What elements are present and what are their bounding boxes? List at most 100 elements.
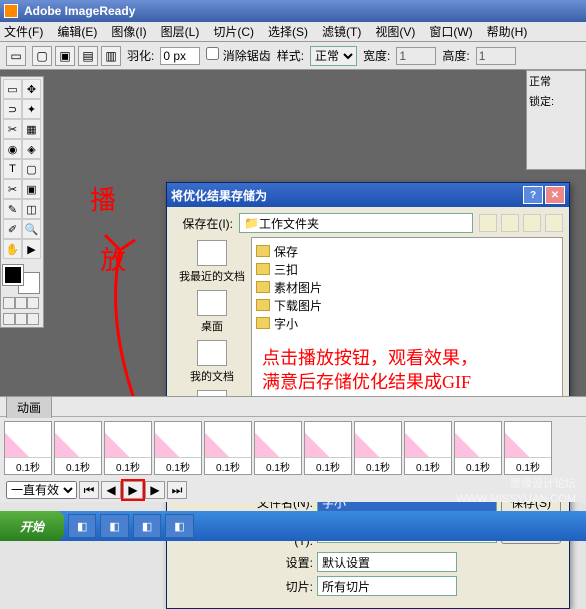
selmode-sub-icon[interactable]: ▤ bbox=[78, 46, 98, 66]
dialog-titlebar[interactable]: 将优化结果存储为 ? ✕ bbox=[167, 183, 569, 207]
marquee-tool[interactable]: ▭ bbox=[3, 79, 22, 99]
list-item[interactable]: 字小 bbox=[256, 314, 558, 332]
back-icon[interactable] bbox=[479, 214, 497, 232]
blend-mode[interactable]: 正常 bbox=[529, 73, 583, 89]
task-item[interactable]: ◧ bbox=[68, 514, 96, 538]
fg-color-swatch[interactable] bbox=[3, 265, 23, 285]
task-item[interactable]: ◧ bbox=[100, 514, 128, 538]
slices-label: 切片: bbox=[253, 578, 313, 595]
frame-item[interactable]: 0.1秒 bbox=[254, 421, 302, 475]
selmode-new-icon[interactable]: ▢ bbox=[32, 46, 52, 66]
move-tool[interactable]: ✥ bbox=[22, 79, 41, 99]
imagemap-tool[interactable]: ◉ bbox=[3, 139, 22, 159]
titlebar: Adobe ImageReady bbox=[0, 0, 586, 22]
place-desktop[interactable]: 桌面 bbox=[173, 287, 251, 337]
next-frame-button[interactable]: ▶ bbox=[145, 481, 165, 499]
dialog-close-button[interactable]: ✕ bbox=[545, 186, 565, 204]
screenmode2-icon[interactable] bbox=[27, 297, 39, 309]
frame-item[interactable]: 0.1秒 bbox=[504, 421, 552, 475]
color-swatches[interactable] bbox=[3, 265, 41, 293]
menu-image[interactable]: 图像(I) bbox=[111, 23, 146, 40]
slices-select[interactable]: 所有切片 bbox=[317, 576, 457, 596]
selmode-int-icon[interactable]: ▥ bbox=[101, 46, 121, 66]
list-item[interactable]: 保存 bbox=[256, 242, 558, 260]
menu-window[interactable]: 窗口(W) bbox=[429, 23, 472, 40]
settings-select[interactable]: 默认设置 bbox=[317, 552, 457, 572]
style-select[interactable]: 正常 bbox=[310, 46, 357, 66]
loop-select[interactable]: 一直有效 bbox=[6, 481, 77, 499]
annotation-play1: 播 bbox=[90, 180, 116, 217]
place-mydocs[interactable]: 我的文档 bbox=[173, 337, 251, 387]
tab-tool[interactable]: ▣ bbox=[22, 179, 41, 199]
slice-tool[interactable]: ✂ bbox=[3, 119, 22, 139]
savein-combo[interactable]: 📁 工作文件夹 bbox=[239, 213, 473, 233]
menu-edit[interactable]: 编辑(E) bbox=[57, 23, 97, 40]
width-input[interactable] bbox=[396, 47, 436, 65]
viewmenu-icon[interactable] bbox=[545, 214, 563, 232]
menu-view[interactable]: 视图(V) bbox=[375, 23, 415, 40]
shape-tool[interactable]: ▢ bbox=[22, 159, 41, 179]
menu-filter[interactable]: 滤镜(T) bbox=[322, 23, 361, 40]
wand-tool[interactable]: ✦ bbox=[22, 99, 41, 119]
slice-select-tool[interactable]: ▦ bbox=[22, 119, 41, 139]
menu-slices[interactable]: 切片(C) bbox=[213, 23, 254, 40]
frame-item[interactable]: 0.1秒 bbox=[454, 421, 502, 475]
frame-item[interactable]: 0.1秒 bbox=[104, 421, 152, 475]
frame-item[interactable]: 0.1秒 bbox=[404, 421, 452, 475]
prev-frame-button[interactable]: ◀ bbox=[101, 481, 121, 499]
screenmode-icon[interactable] bbox=[15, 297, 27, 309]
task-item[interactable]: ◧ bbox=[133, 514, 161, 538]
hand-tool[interactable]: ✋ bbox=[3, 239, 22, 259]
up-icon[interactable] bbox=[501, 214, 519, 232]
file-list[interactable]: 保存 三扣 素材图片 下载图片 字小 点击播放按钮，观看效果， 满意后存储优化结… bbox=[251, 237, 563, 419]
paint-tool[interactable]: ✎ bbox=[3, 199, 22, 219]
eraser-tool[interactable]: ◫ bbox=[22, 199, 41, 219]
frame-item[interactable]: 0.1秒 bbox=[154, 421, 202, 475]
tab-animation[interactable]: 动画 bbox=[6, 396, 52, 418]
start-button[interactable]: 开始 bbox=[0, 511, 64, 541]
menu-layer[interactable]: 图层(L) bbox=[161, 23, 200, 40]
selmode-add-icon[interactable]: ▣ bbox=[55, 46, 75, 66]
newfolder-icon[interactable] bbox=[523, 214, 541, 232]
eyedropper-tool[interactable]: ✐ bbox=[3, 219, 22, 239]
imagemap-select-tool[interactable]: ◈ bbox=[22, 139, 41, 159]
menu-help[interactable]: 帮助(H) bbox=[487, 23, 528, 40]
list-item[interactable]: 三扣 bbox=[256, 260, 558, 278]
frame-item[interactable]: 0.1秒 bbox=[354, 421, 402, 475]
menubar: 文件(F) 编辑(E) 图像(I) 图层(L) 切片(C) 选择(S) 滤镜(T… bbox=[0, 22, 586, 42]
frame-item[interactable]: 0.1秒 bbox=[54, 421, 102, 475]
marquee-tool-icon[interactable]: ▭ bbox=[6, 46, 26, 66]
list-item[interactable]: 素材图片 bbox=[256, 278, 558, 296]
last-frame-button[interactable]: ⏭ bbox=[167, 481, 187, 499]
feather-input[interactable] bbox=[160, 47, 200, 65]
first-frame-button[interactable]: ⏮ bbox=[79, 481, 99, 499]
menu-select[interactable]: 选择(S) bbox=[268, 23, 308, 40]
workspace: ▭✥ ⊃✦ ✂▦ ◉◈ T▢ ✂▣ ✎◫ ✐🔍 ✋▶ 正常 锁定: 播 放 将优… bbox=[0, 70, 586, 450]
list-item[interactable]: 下载图片 bbox=[256, 296, 558, 314]
crop-tool[interactable]: ✂ bbox=[3, 179, 22, 199]
frame-item[interactable]: 0.1秒 bbox=[304, 421, 352, 475]
place-recent[interactable]: 我最近的文档 bbox=[173, 237, 251, 287]
zoom-tool[interactable]: 🔍 bbox=[22, 219, 41, 239]
dialog-title: 将优化结果存储为 bbox=[171, 187, 267, 204]
frame-item[interactable]: 0.1秒 bbox=[4, 421, 52, 475]
preview-tool[interactable]: ▶ bbox=[22, 239, 41, 259]
jump2-icon[interactable] bbox=[15, 313, 27, 325]
quickmask-icon[interactable] bbox=[3, 297, 15, 309]
frame-item[interactable]: 0.1秒 bbox=[204, 421, 252, 475]
play-button[interactable]: ▶ bbox=[123, 481, 143, 499]
options-bar: ▭ ▢ ▣ ▤ ▥ 羽化: 消除锯齿 样式: 正常 宽度: 高度: bbox=[0, 42, 586, 70]
height-input[interactable] bbox=[476, 47, 516, 65]
jump-icon[interactable] bbox=[3, 313, 15, 325]
dialog-help-button[interactable]: ? bbox=[523, 186, 543, 204]
folder-icon bbox=[256, 299, 270, 311]
lock-label: 锁定: bbox=[529, 93, 583, 109]
task-item[interactable]: ◧ bbox=[165, 514, 193, 538]
type-tool[interactable]: T bbox=[3, 159, 22, 179]
lasso-tool[interactable]: ⊃ bbox=[3, 99, 22, 119]
antialias-checkbox[interactable]: 消除锯齿 bbox=[206, 47, 270, 64]
savein-label: 保存在(I): bbox=[173, 215, 233, 232]
jump3-icon[interactable] bbox=[27, 313, 39, 325]
menu-file[interactable]: 文件(F) bbox=[4, 23, 43, 40]
width-label: 宽度: bbox=[363, 47, 390, 64]
